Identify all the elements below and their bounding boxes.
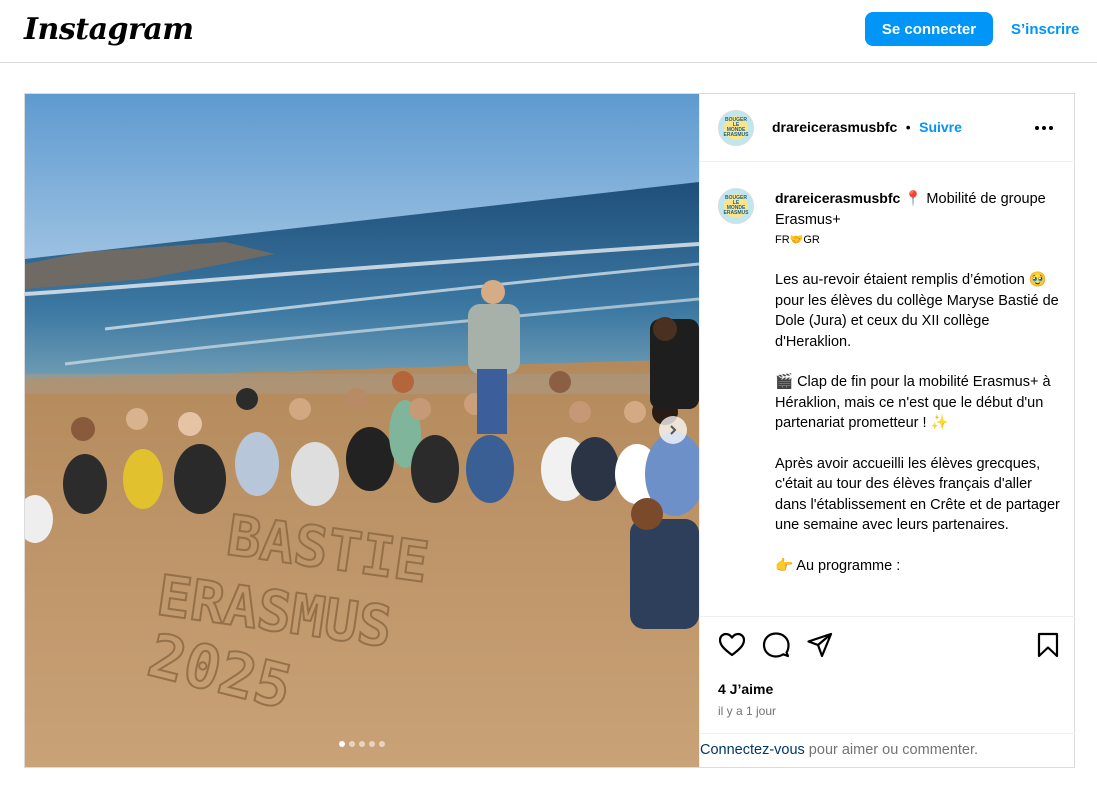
carousel-dot [359, 741, 365, 747]
login-button[interactable]: Se connecter [865, 12, 993, 46]
avatar-logo: BOUGER LE MONDE ERASMUS [723, 116, 749, 140]
share-icon[interactable] [806, 631, 834, 659]
signup-link[interactable]: S’inscrire [1011, 21, 1079, 38]
post-header: BOUGER LE MONDE ERASMUS drareicerasmusbf… [700, 94, 1075, 162]
caption-paragraph: Après avoir accueilli les élèves grecque… [775, 455, 1060, 534]
chevron-right-icon [670, 425, 677, 435]
separator-dot: • [905, 119, 911, 135]
post-card: BASTIE ERASMUS 2025 BOUGER LE MONDE ERAS… [24, 93, 1075, 768]
carousel-dot [349, 741, 355, 747]
likes-count[interactable]: 4 J’aime [718, 681, 773, 697]
heart-icon[interactable] [718, 631, 746, 659]
post-actions: 4 J’aime il y a 1 jour Connectez-vous po… [700, 616, 1075, 767]
login-prompt-link[interactable]: Connectez-vous [700, 742, 805, 758]
more-options-icon[interactable] [1033, 117, 1055, 139]
carousel-dot [369, 741, 375, 747]
pin-emoji: 📍 [904, 191, 923, 207]
caption-flags: FR🤝GR [775, 234, 820, 246]
follow-button[interactable]: Suivre [919, 119, 962, 135]
avatar-logo: BOUGER LE MONDE ERASMUS [723, 194, 749, 218]
avatar[interactable]: BOUGER LE MONDE ERASMUS [718, 110, 754, 146]
top-navigation-bar: Instagram Se connecter S’inscrire [0, 0, 1097, 63]
post-caption: drareicerasmusbfc 📍 Mobilité de groupe E… [775, 188, 1060, 596]
caption-avatar[interactable]: BOUGER LE MONDE ERASMUS [718, 188, 754, 224]
instagram-logo[interactable]: Instagram [24, 12, 194, 47]
carousel-dot [339, 741, 345, 747]
carousel-next-button[interactable] [659, 416, 687, 444]
login-prompt: Connectez-vous pour aimer ou commenter. [700, 733, 1075, 768]
bookmark-icon[interactable] [1034, 631, 1062, 659]
caption-paragraph: 🎬 Clap de fin pour la mobilité Erasmus+ … [775, 374, 1051, 431]
username-link[interactable]: drareicerasmusbfc [772, 119, 897, 135]
carousel-dot [379, 741, 385, 747]
carousel-indicator [25, 741, 699, 747]
post-timestamp[interactable]: il y a 1 jour [718, 704, 776, 718]
comment-icon[interactable] [762, 631, 790, 659]
caption-scroll-area[interactable]: BOUGER LE MONDE ERASMUS drareicerasmusbf… [700, 163, 1075, 615]
caption-paragraph: Les au-revoir étaient remplis d’émotion … [775, 272, 1059, 350]
post-media[interactable]: BASTIE ERASMUS 2025 [25, 94, 699, 767]
beach-photo: BASTIE ERASMUS 2025 [25, 94, 699, 767]
post-sidebar: BOUGER LE MONDE ERASMUS drareicerasmusbf… [699, 94, 1075, 767]
login-prompt-text: pour aimer ou commenter. [804, 742, 979, 758]
caption-paragraph: 👉 Au programme : [775, 557, 901, 574]
caption-username-link[interactable]: drareicerasmusbfc [775, 190, 900, 206]
